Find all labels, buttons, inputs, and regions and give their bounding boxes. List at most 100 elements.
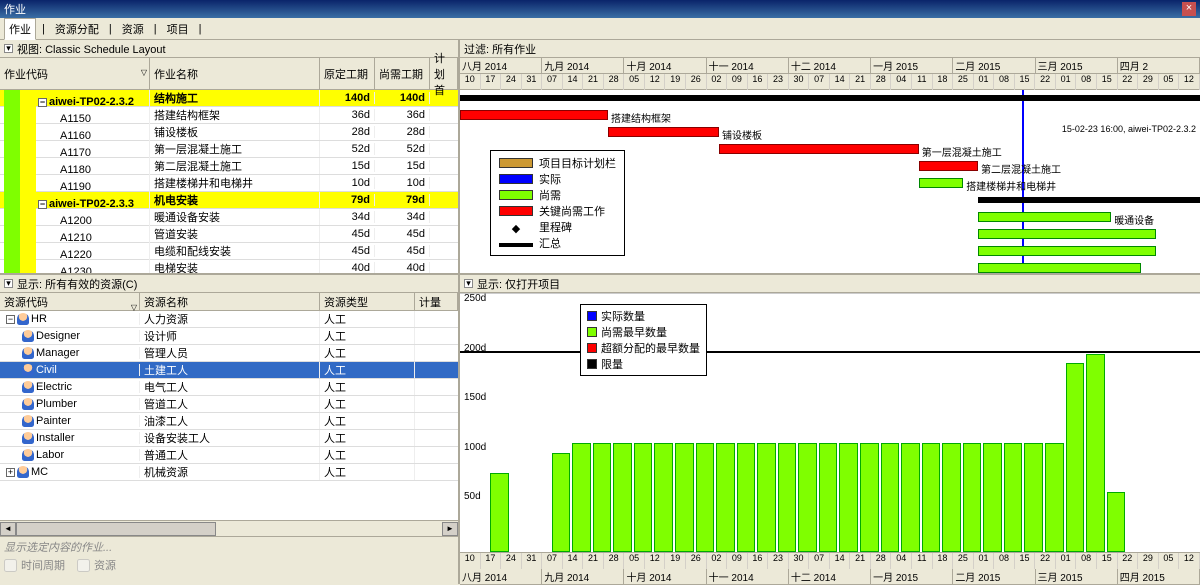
col-code[interactable]: 作业代码▽ — [0, 58, 150, 89]
histogram-bar[interactable] — [716, 443, 735, 552]
histogram-bar[interactable] — [737, 443, 756, 552]
histogram-legend: 实际数量尚需最早数量超额分配的最早数量限量 — [580, 304, 707, 376]
histogram-bar[interactable] — [552, 453, 571, 552]
histogram-bar[interactable] — [922, 443, 941, 552]
checkbox-resource[interactable]: 资源 — [77, 557, 116, 573]
menu-tab-resources[interactable]: 资源 — [118, 19, 148, 39]
histogram-bar[interactable] — [675, 443, 694, 552]
histogram-timeline: 1017243107142128051219260209162330071421… — [460, 552, 1200, 584]
list-item[interactable]: Civil土建工人人工 — [0, 362, 458, 379]
col-resunit[interactable]: 计量 — [415, 293, 458, 310]
gantt-legend: 项目目标计划栏实际尚需关键尚需工作◆里程碑汇总 — [490, 150, 625, 256]
histogram-chart[interactable]: 实际数量尚需最早数量超额分配的最早数量限量 250d200d150d100d50… — [460, 293, 1200, 552]
list-item[interactable]: +MC机械资源人工 — [0, 464, 458, 481]
histogram-header[interactable]: ▾ 显示: 仅打开项目 — [460, 275, 1200, 293]
histogram-bar[interactable] — [654, 443, 673, 552]
collapse-icon[interactable]: ▾ — [4, 44, 13, 53]
gantt-bar[interactable]: 第二层混凝土施工 — [919, 161, 978, 171]
histogram-bar[interactable] — [881, 443, 900, 552]
histogram-bar[interactable] — [593, 443, 612, 552]
scroll-left-icon[interactable]: ◄ — [0, 522, 16, 536]
list-item[interactable]: Electric电气工人人工 — [0, 379, 458, 396]
task-table-header: 作业代码▽ 作业名称 原定工期 尚需工期 计划首 — [0, 58, 458, 90]
person-icon — [22, 449, 34, 461]
histogram-bar[interactable] — [860, 443, 879, 552]
gantt-timeline: 八月 2014九月 2014十月 2014十一 2014十二 2014一月 20… — [460, 58, 1200, 90]
checkbox-time-period[interactable]: 时间周期 — [4, 557, 65, 573]
expand-icon[interactable]: + — [6, 468, 15, 477]
histogram-bar[interactable] — [1045, 443, 1064, 552]
histogram-bar[interactable] — [1066, 363, 1085, 552]
col-plan[interactable]: 计划首 — [430, 58, 458, 89]
histogram-bar[interactable] — [778, 443, 797, 552]
col-resname[interactable]: 资源名称 — [140, 293, 320, 310]
person-icon — [17, 313, 29, 325]
resource-table-body[interactable]: −HR人力资源人工Designer设计师人工Manager管理人员人工Civil… — [0, 311, 458, 520]
histogram-bar[interactable] — [901, 443, 920, 552]
task-table-body[interactable]: −aiwei-TP02-2.3.2结构施工140d140dA1150搭建结构框架… — [0, 90, 458, 273]
status-text: 显示选定内容的作业... — [4, 539, 454, 555]
gantt-bar[interactable]: 第一层混凝土施工 — [719, 144, 919, 154]
scrollbar-horizontal[interactable]: ◄ ► — [0, 520, 458, 536]
col-rescode[interactable]: 资源代码▽ — [0, 293, 140, 310]
histogram-bar[interactable] — [1086, 354, 1105, 552]
gantt-bar[interactable] — [978, 246, 1156, 256]
resource-view-header[interactable]: ▾ 显示: 所有有效的资源(C) — [0, 275, 458, 293]
status-panel: 显示选定内容的作业... 时间周期 资源 — [0, 536, 458, 584]
gantt-chart[interactable]: 15-02-23 16:00, aiwei-TP02-2.3.2 项目目标计划栏… — [460, 90, 1200, 273]
list-item[interactable]: Installer设备安装工人人工 — [0, 430, 458, 447]
col-dur2[interactable]: 尚需工期 — [375, 58, 430, 89]
person-icon — [22, 364, 34, 376]
histogram-bar[interactable] — [490, 473, 509, 552]
gantt-bar[interactable] — [978, 229, 1156, 239]
menu-tab-project[interactable]: 项目 — [163, 19, 193, 39]
gantt-bar[interactable]: 铺设楼板 — [608, 127, 719, 137]
histogram-bar[interactable] — [1024, 443, 1043, 552]
gantt-bar[interactable] — [978, 263, 1141, 273]
histogram-bar[interactable] — [942, 443, 961, 552]
list-item[interactable]: Designer设计师人工 — [0, 328, 458, 345]
menu-tab-allocation[interactable]: 资源分配 — [51, 19, 103, 39]
histogram-bar[interactable] — [819, 443, 838, 552]
filter-header[interactable]: 过滤: 所有作业 — [460, 40, 1200, 58]
histogram-bar[interactable] — [839, 443, 858, 552]
gantt-bar[interactable] — [460, 95, 1200, 101]
person-icon — [22, 330, 34, 342]
histogram-bar[interactable] — [757, 443, 776, 552]
person-icon — [22, 398, 34, 410]
histogram-bar[interactable] — [1107, 492, 1126, 552]
gantt-bar[interactable]: 搭建结构框架 — [460, 110, 608, 120]
histogram-bar[interactable] — [1004, 443, 1023, 552]
list-item[interactable]: Labor普通工人人工 — [0, 447, 458, 464]
histogram-bar[interactable] — [572, 443, 591, 552]
histogram-bar[interactable] — [963, 443, 982, 552]
histogram-bar[interactable] — [798, 443, 817, 552]
histogram-bar[interactable] — [613, 443, 632, 552]
col-restype[interactable]: 资源类型 — [320, 293, 415, 310]
list-item[interactable]: Painter油漆工人人工 — [0, 413, 458, 430]
histogram-bar[interactable] — [696, 443, 715, 552]
collapse-icon[interactable]: ▾ — [4, 279, 13, 288]
histogram-bar[interactable] — [634, 443, 653, 552]
gantt-bar[interactable]: 搭建楼梯井和电梯井 — [919, 178, 963, 188]
col-name[interactable]: 作业名称 — [150, 58, 320, 89]
gantt-bar[interactable] — [978, 197, 1200, 203]
gantt-bar[interactable]: 暖通设备 — [978, 212, 1111, 222]
expand-icon[interactable]: − — [6, 315, 15, 324]
task-view-header[interactable]: ▾ 视图: Classic Schedule Layout — [0, 40, 458, 58]
window-titlebar: 作业 × — [0, 0, 1200, 18]
list-item[interactable]: −HR人力资源人工 — [0, 311, 458, 328]
person-icon — [22, 432, 34, 444]
menu-tab-tasks[interactable]: 作业 — [4, 18, 36, 40]
histogram-bar[interactable] — [983, 443, 1002, 552]
scrollbar-thumb[interactable] — [16, 522, 216, 536]
col-dur1[interactable]: 原定工期 — [320, 58, 375, 89]
list-item[interactable]: Plumber管道工人人工 — [0, 396, 458, 413]
table-row[interactable]: A1230电梯安装40d40d — [0, 260, 458, 273]
timestamp-label: 15-02-23 16:00, aiwei-TP02-2.3.2 — [1062, 124, 1196, 134]
scroll-right-icon[interactable]: ► — [442, 522, 458, 536]
list-item[interactable]: Manager管理人员人工 — [0, 345, 458, 362]
close-icon[interactable]: × — [1182, 2, 1196, 16]
collapse-icon[interactable]: ▾ — [464, 279, 473, 288]
person-icon — [17, 466, 29, 478]
